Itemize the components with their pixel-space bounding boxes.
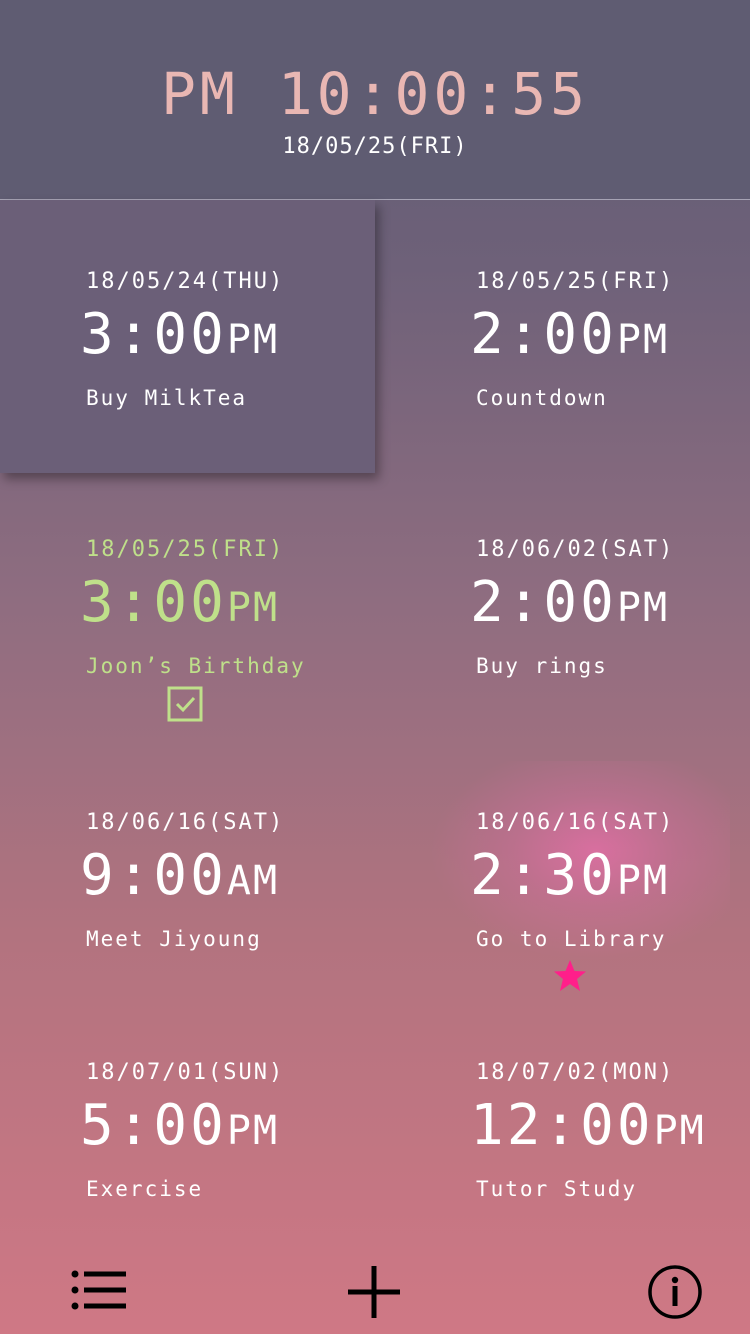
event-card-tutor-study[interactable]: 18/07/02(MON) 12:00PM Tutor Study xyxy=(390,991,750,1263)
event-time-value: 9:00 xyxy=(80,843,227,908)
event-time: 12:00PM xyxy=(470,1093,706,1172)
event-title: Buy rings xyxy=(476,654,608,678)
current-date: 18/05/25(FRI) xyxy=(282,134,468,159)
event-date: 18/06/16(SAT) xyxy=(86,810,285,835)
event-card-countdown[interactable]: 18/05/25(FRI) 2:00PM Countdown xyxy=(390,200,750,472)
info-icon[interactable] xyxy=(645,1262,705,1322)
event-date: 18/06/02(SAT) xyxy=(476,537,675,562)
event-ampm: PM xyxy=(226,1108,280,1154)
event-time: 2:00PM xyxy=(470,570,669,649)
event-time: 9:00AM xyxy=(80,843,279,922)
event-title: Tutor Study xyxy=(476,1177,638,1201)
event-card-exercise[interactable]: 18/07/01(SUN) 5:00PM Exercise xyxy=(0,991,375,1263)
event-ampm: PM xyxy=(226,317,280,363)
event-card-joons-birthday[interactable]: 18/05/25(FRI) 3:00PM Joon’s Birthday xyxy=(0,468,375,740)
event-ampm: PM xyxy=(653,1108,706,1154)
event-date: 18/05/24(THU) xyxy=(86,269,285,294)
event-date: 18/05/25(FRI) xyxy=(86,537,285,562)
event-date: 18/05/25(FRI) xyxy=(476,269,675,294)
event-date: 18/07/01(SUN) xyxy=(86,1060,285,1085)
current-time: PM 10:00:55 xyxy=(160,60,590,128)
event-date: 18/07/02(MON) xyxy=(476,1060,675,1085)
event-time-value: 3:00 xyxy=(80,570,227,635)
event-time: 5:00PM xyxy=(80,1093,279,1172)
event-time-value: 3:00 xyxy=(80,302,227,367)
event-time-value: 2:00 xyxy=(470,302,617,367)
event-date: 18/06/16(SAT) xyxy=(476,810,675,835)
header: PM 10:00:55 18/05/25(FRI) xyxy=(0,0,750,200)
event-time: 3:00PM xyxy=(80,570,279,649)
event-title: Countdown xyxy=(476,386,608,410)
event-time: 2:30PM xyxy=(470,843,669,922)
event-ampm: PM xyxy=(616,585,670,631)
event-title: Joon’s Birthday xyxy=(86,654,306,678)
event-card-buy-milktea[interactable]: 18/05/24(THU) 3:00PM Buy MilkTea xyxy=(0,200,375,473)
star-icon[interactable] xyxy=(552,958,588,994)
event-ampm: PM xyxy=(616,317,670,363)
event-title: Go to Library xyxy=(476,927,667,951)
event-title: Meet Jiyoung xyxy=(86,927,262,951)
event-ampm: PM xyxy=(226,585,280,631)
plus-icon[interactable] xyxy=(344,1262,404,1322)
list-icon[interactable] xyxy=(68,1262,128,1322)
event-time-value: 2:30 xyxy=(470,843,617,908)
event-ampm: AM xyxy=(226,858,280,904)
event-title: Buy MilkTea xyxy=(86,386,248,410)
checkbox-checked-icon[interactable] xyxy=(167,686,203,722)
event-time: 2:00PM xyxy=(470,302,669,381)
event-time-value: 2:00 xyxy=(470,570,617,635)
event-time-value: 12:00 xyxy=(470,1093,654,1158)
event-ampm: PM xyxy=(616,858,670,904)
event-card-meet-jiyoung[interactable]: 18/06/16(SAT) 9:00AM Meet Jiyoung xyxy=(0,741,375,1013)
event-time: 3:00PM xyxy=(80,302,279,381)
event-card-buy-rings[interactable]: 18/06/02(SAT) 2:00PM Buy rings xyxy=(390,468,750,740)
event-title: Exercise xyxy=(86,1177,204,1201)
event-time-value: 5:00 xyxy=(80,1093,227,1158)
